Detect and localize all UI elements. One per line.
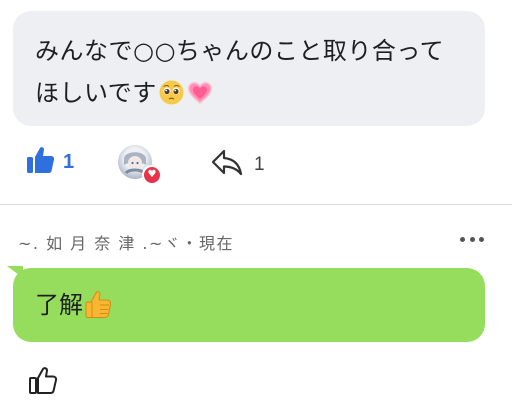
pink-heart-emoji-icon xyxy=(186,76,214,104)
more-dot-icon xyxy=(460,236,465,242)
pleading-face-emoji-icon xyxy=(159,76,184,105)
share-count: 1 xyxy=(254,154,265,175)
thumbs-up-filled-icon xyxy=(26,145,55,179)
reply-timestamp: 現在 xyxy=(198,234,234,253)
heart-icon: ♥ xyxy=(142,165,162,185)
reply-meta: ~. 如 月 奈 津 .~ヾ・現在 xyxy=(18,230,234,254)
reaction-bar: 1 ♥ 1 xyxy=(0,140,512,188)
like-button[interactable]: 1 xyxy=(26,145,74,179)
thumbs-up-emoji-icon xyxy=(85,289,113,319)
like-button-reply[interactable] xyxy=(28,365,58,395)
meta-separator: ・ xyxy=(181,234,199,253)
thumbs-up-outline-icon xyxy=(28,367,58,399)
reply-text: 了解 xyxy=(35,291,83,319)
share-button[interactable]: 1 xyxy=(210,148,265,182)
more-dot-icon xyxy=(479,236,484,242)
message-text-1: みんなで○○ちゃんのこと取り合ってほしいです xyxy=(35,37,445,107)
more-options-button[interactable] xyxy=(460,233,484,245)
more-dot-icon xyxy=(469,236,475,242)
divider xyxy=(0,204,512,205)
message-bubble-2: 了解 xyxy=(13,268,485,342)
reply-arrow-icon xyxy=(210,148,244,182)
reactor-avatar[interactable]: ♥ xyxy=(118,145,162,185)
like-count: 1 xyxy=(63,150,75,173)
message-bubble-1: みんなで○○ちゃんのこと取り合ってほしいです xyxy=(13,11,485,126)
reply-author[interactable]: ~. 如 月 奈 津 .~ヾ xyxy=(18,234,181,253)
